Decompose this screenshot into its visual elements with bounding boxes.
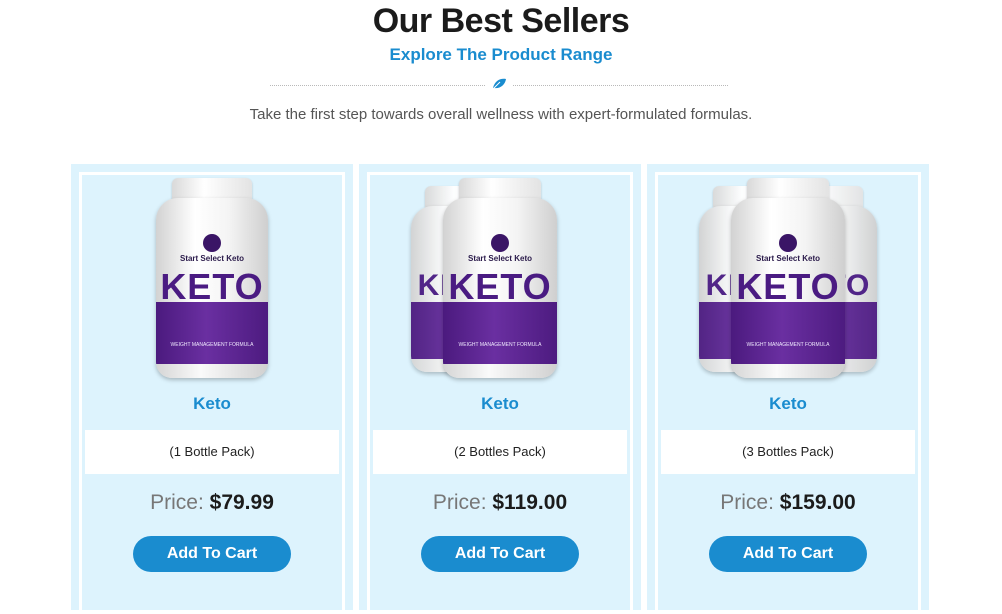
- bottle-sub: WEIGHT MANAGEMENT FORMULA: [746, 341, 830, 348]
- product-image-1-bottle: Start Select Keto KETO WEIGHT MANAGEMENT…: [71, 178, 353, 382]
- leaf-icon: [492, 78, 506, 90]
- price-label: Price:: [150, 491, 204, 514]
- pack-label: (3 Bottles Pack): [661, 430, 915, 474]
- bottle-brand: Start Select Keto: [467, 253, 533, 263]
- section-title: Our Best Sellers: [372, 2, 630, 40]
- add-to-cart-button[interactable]: Add To Cart: [421, 536, 579, 572]
- section-subtitle: Explore The Product Range: [389, 45, 613, 64]
- product-image-2-bottles: KETO Start Select Keto KETO WEIGHT MANAG…: [359, 178, 641, 382]
- bottle-front: Start Select Keto KETO WEIGHT MANAGEMENT…: [443, 178, 557, 378]
- pack-label: (2 Bottles Pack): [373, 430, 627, 474]
- price-label: Price:: [720, 491, 774, 514]
- section-tagline: Take the first step towards overall well…: [249, 106, 753, 123]
- add-to-cart-button[interactable]: Add To Cart: [709, 536, 867, 572]
- price-value: $79.99: [209, 491, 274, 514]
- bottle-brand: Start Select Keto: [179, 253, 245, 263]
- product-image-3-bottles: KETO KETO Start Select Keto KETO WEIGHT …: [647, 178, 929, 382]
- product-name[interactable]: Keto: [647, 394, 929, 414]
- price: Price: $79.99: [71, 491, 353, 515]
- price-value: $119.00: [492, 491, 568, 514]
- divider-left: [270, 85, 485, 86]
- bottle-sub: WEIGHT MANAGEMENT FORMULA: [170, 341, 254, 348]
- add-to-cart-button[interactable]: Add To Cart: [133, 536, 291, 572]
- product-name[interactable]: Keto: [359, 394, 641, 414]
- price: Price: $119.00: [359, 491, 641, 515]
- brand-logo-icon: [203, 234, 221, 252]
- brand-logo-icon: [779, 234, 797, 252]
- pack-label: (1 Bottle Pack): [85, 430, 339, 474]
- price: Price: $159.00: [647, 491, 929, 515]
- product-name[interactable]: Keto: [71, 394, 353, 414]
- bottle-brand: Start Select Keto: [755, 253, 821, 263]
- price-label: Price:: [432, 491, 487, 514]
- brand-logo-icon: [491, 234, 509, 252]
- price-value: $159.00: [779, 491, 856, 514]
- product-card-3: KETO KETO Start Select Keto KETO WEIGHT …: [647, 164, 929, 614]
- bottle-front: Start Select Keto KETO WEIGHT MANAGEMENT…: [731, 178, 845, 378]
- product-card-2: KETO Start Select Keto KETO WEIGHT MANAG…: [359, 164, 641, 614]
- product-card-1: Start Select Keto KETO WEIGHT MANAGEMENT…: [71, 164, 353, 614]
- bottle-front: Start Select Keto KETO WEIGHT MANAGEMENT…: [156, 178, 268, 378]
- divider-right: [513, 85, 728, 86]
- bottle-sub: WEIGHT MANAGEMENT FORMULA: [458, 341, 542, 348]
